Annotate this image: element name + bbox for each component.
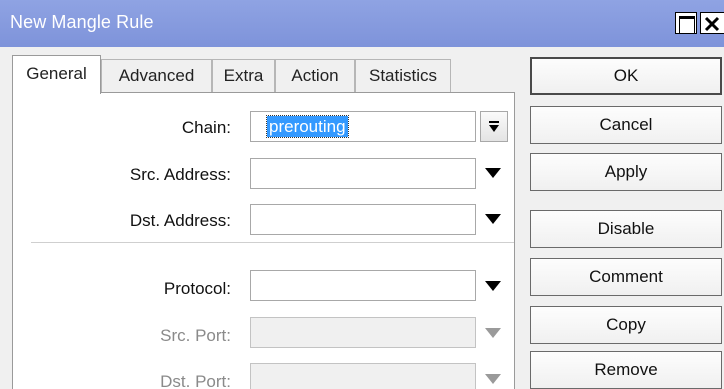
tab-statistics[interactable]: Statistics <box>355 59 451 93</box>
tab-general[interactable]: General <box>12 55 101 94</box>
protocol-input[interactable] <box>250 270 476 301</box>
protocol-label: Protocol: <box>163 279 231 298</box>
chain-label: Chain: <box>181 118 231 137</box>
src-port-input <box>250 317 476 348</box>
tab-extra[interactable]: Extra <box>212 59 275 93</box>
triangle-down-icon <box>485 328 501 338</box>
cancel-button[interactable]: Cancel <box>530 106 722 144</box>
disable-button[interactable]: Disable <box>530 210 722 248</box>
src-port-label: Src. Port: <box>160 326 231 345</box>
triangle-down-icon <box>485 374 501 384</box>
copy-button[interactable]: Copy <box>530 306 722 344</box>
dst-address-label: Dst. Address: <box>129 211 231 230</box>
dst-port-input <box>250 363 476 389</box>
remove-button[interactable]: Remove <box>530 351 722 389</box>
tab-action[interactable]: Action <box>275 59 355 93</box>
src-address-label: Src. Address: <box>129 165 231 184</box>
combo-dropdown-icon[interactable] <box>480 111 508 142</box>
window-title: New Mangle Rule <box>10 12 154 32</box>
apply-button[interactable]: Apply <box>530 153 722 191</box>
chain-input[interactable]: prerouting <box>250 111 476 142</box>
src-address-input[interactable] <box>250 158 476 189</box>
dst-port-label: Dst. Port: <box>160 372 231 389</box>
chain-value: prerouting <box>266 115 349 138</box>
ok-button[interactable]: OK <box>530 57 722 95</box>
tab-advanced[interactable]: Advanced <box>101 59 212 93</box>
maximize-icon[interactable] <box>675 12 697 34</box>
triangle-down-icon[interactable] <box>485 214 501 224</box>
dst-address-input[interactable] <box>250 204 476 235</box>
close-icon[interactable] <box>700 12 724 34</box>
window-titlebar[interactable]: New Mangle Rule <box>0 0 724 47</box>
triangle-down-icon[interactable] <box>485 168 501 178</box>
triangle-down-icon[interactable] <box>485 281 501 291</box>
section-divider <box>31 242 514 243</box>
general-tab-panel: Chain: prerouting Src. Address: Dst. Add… <box>12 92 515 389</box>
comment-button[interactable]: Comment <box>530 258 722 296</box>
